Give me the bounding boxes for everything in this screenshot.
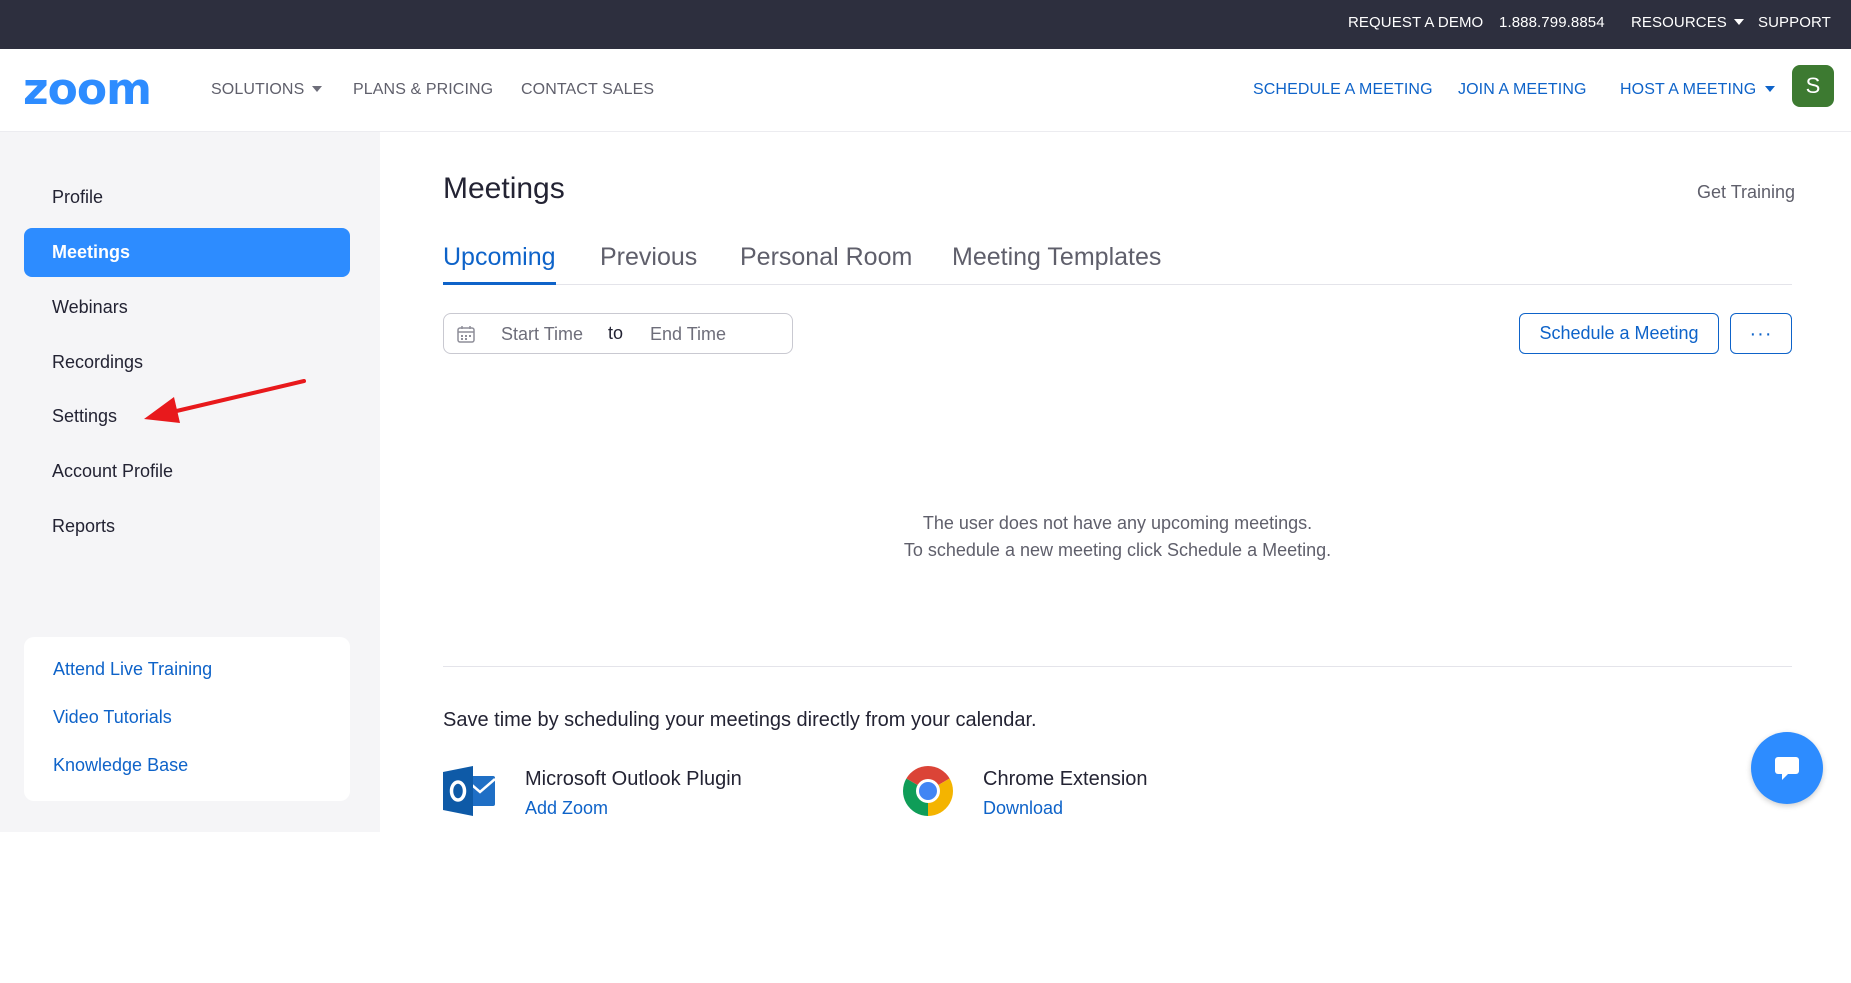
attend-live-training-link[interactable]: Attend Live Training: [53, 659, 212, 680]
tab-upcoming[interactable]: Upcoming: [443, 232, 556, 285]
resources-menu[interactable]: RESOURCES: [1631, 0, 1744, 49]
empty-state-line-1: The user does not have any upcoming meet…: [922, 513, 1313, 533]
solutions-menu[interactable]: SOLUTIONS: [211, 49, 323, 132]
start-time-field[interactable]: Start Time: [501, 324, 583, 345]
host-meeting-label: HOST A MEETING: [1620, 81, 1757, 98]
meeting-tabs: Upcoming Previous Personal Room Meeting …: [443, 232, 1792, 285]
sidebar-item-reports[interactable]: Reports: [24, 502, 350, 551]
sidebar-item-account-profile[interactable]: Account Profile: [24, 447, 350, 496]
sidebar-item-webinars[interactable]: Webinars: [24, 283, 350, 332]
avatar[interactable]: S: [1792, 65, 1834, 107]
outlook-icon: [443, 766, 496, 816]
sidebar-item-meetings[interactable]: Meetings: [24, 228, 350, 277]
sidebar-item-profile[interactable]: Profile: [24, 173, 350, 222]
schedule-meeting-link[interactable]: SCHEDULE A MEETING: [1253, 49, 1433, 132]
date-separator: to: [608, 323, 624, 343]
chat-bubble-icon: [1775, 757, 1799, 780]
chevron-down-icon: [1733, 19, 1744, 25]
main-header: zoom SOLUTIONS PLANS & PRICING CONTACT S…: [0, 49, 1851, 132]
chrome-extension-name: Chrome Extension: [983, 768, 1148, 790]
join-meeting-link[interactable]: JOIN A MEETING: [1458, 49, 1587, 132]
phone-number[interactable]: 1.888.799.8854: [1499, 0, 1605, 49]
chat-support-button[interactable]: [1751, 732, 1823, 804]
add-zoom-link[interactable]: Add Zoom: [525, 798, 608, 819]
request-demo-link[interactable]: REQUEST A DEMO: [1348, 0, 1483, 49]
video-tutorials-link[interactable]: Video Tutorials: [53, 707, 172, 728]
get-training-link[interactable]: Get Training: [1697, 182, 1795, 203]
resources-label: RESOURCES: [1631, 14, 1727, 31]
plans-pricing-link[interactable]: PLANS & PRICING: [353, 49, 493, 132]
resources-card: Attend Live Training Video Tutorials Kno…: [24, 637, 350, 801]
tab-personal-room[interactable]: Personal Room: [740, 232, 912, 285]
host-meeting-menu[interactable]: HOST A MEETING: [1620, 49, 1776, 132]
annotation-arrow: [144, 379, 306, 423]
empty-state-message: The user does not have any upcoming meet…: [443, 510, 1792, 564]
outlook-plugin-name: Microsoft Outlook Plugin: [525, 768, 742, 790]
schedule-meeting-button[interactable]: Schedule a Meeting: [1519, 313, 1719, 354]
download-link[interactable]: Download: [983, 798, 1063, 819]
solutions-label: SOLUTIONS: [211, 81, 305, 98]
logo-text: zoom: [23, 66, 151, 112]
section-divider: [443, 666, 1792, 667]
empty-state-line-2: To schedule a new meeting click Schedule…: [903, 540, 1332, 560]
chrome-icon: [903, 766, 953, 816]
page-title: Meetings: [443, 172, 565, 205]
zoom-logo[interactable]: zoom: [23, 66, 168, 112]
end-time-field[interactable]: End Time: [650, 324, 726, 345]
knowledge-base-link[interactable]: Knowledge Base: [53, 755, 188, 776]
more-options-button[interactable]: ···: [1730, 313, 1792, 354]
chevron-down-icon: [1765, 86, 1776, 92]
date-range-picker[interactable]: Start Time to End Time: [443, 313, 793, 354]
tab-meeting-templates[interactable]: Meeting Templates: [952, 232, 1161, 285]
main-content: Meetings Get Training Upcoming Previous …: [380, 132, 1851, 983]
tab-previous[interactable]: Previous: [600, 232, 697, 285]
calendar-promo-text: Save time by scheduling your meetings di…: [443, 709, 1037, 731]
calendar-icon: [457, 326, 475, 343]
contact-sales-link[interactable]: CONTACT SALES: [521, 49, 654, 132]
top-utility-bar: REQUEST A DEMO 1.888.799.8854 RESOURCES …: [0, 0, 1851, 49]
chevron-down-icon: [312, 86, 323, 92]
support-link[interactable]: SUPPORT: [1758, 0, 1831, 49]
sidebar: Profile Meetings Webinars Recordings Set…: [0, 132, 380, 832]
